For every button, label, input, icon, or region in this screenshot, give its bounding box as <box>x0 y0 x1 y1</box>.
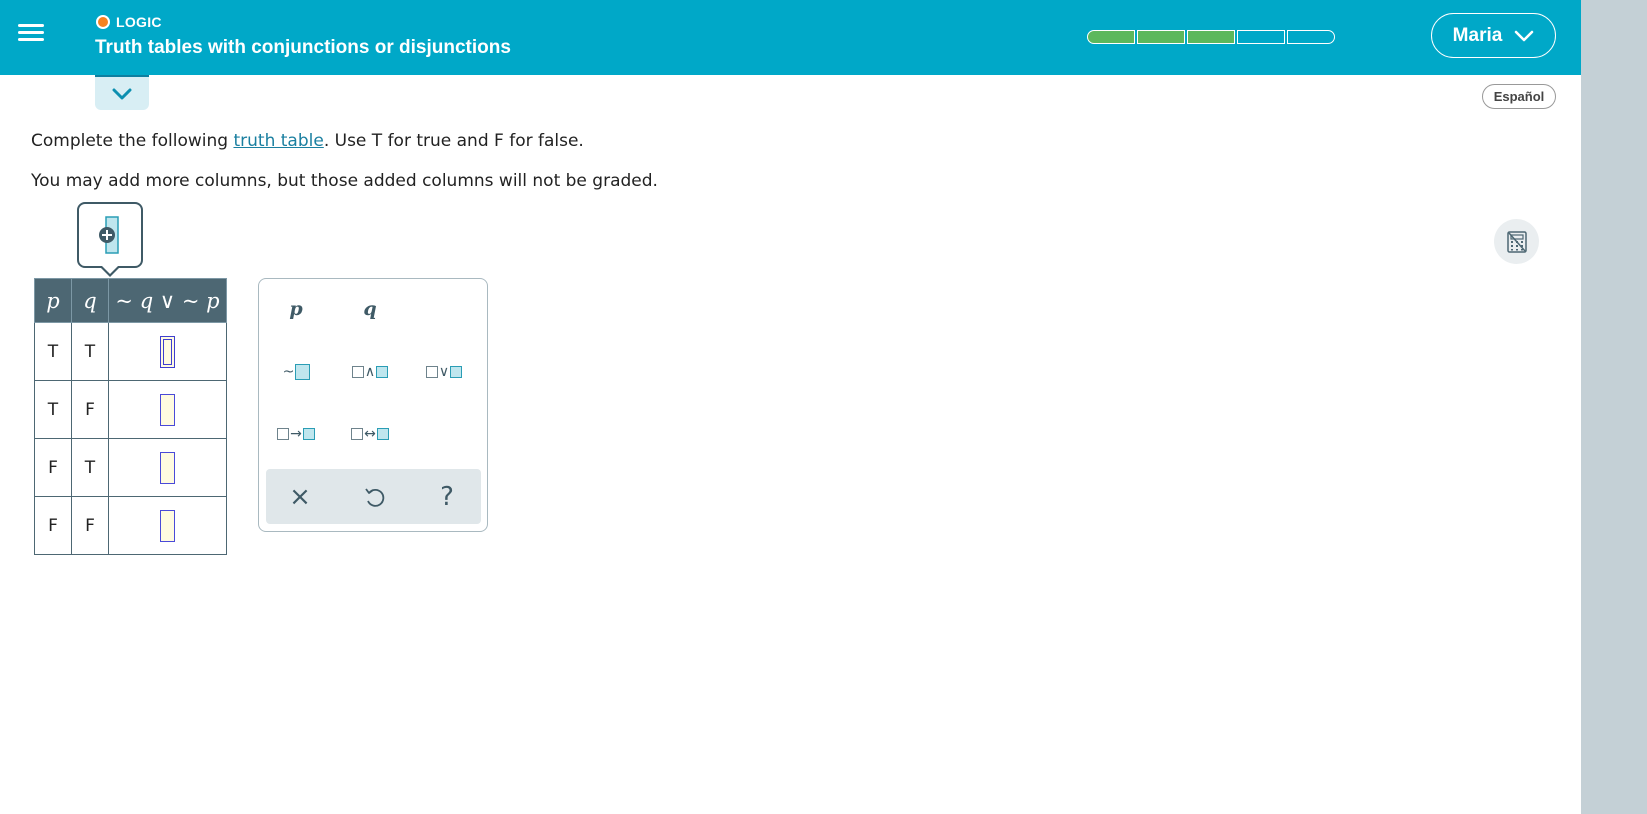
truth-table-link[interactable]: truth table <box>233 131 323 151</box>
right-scroll-rail <box>1581 0 1647 814</box>
palette-iff-button[interactable]: ↔ <box>345 416 395 452</box>
top-header: LOGIC Truth tables with conjunctions or … <box>0 0 1581 75</box>
topic-status-icon <box>96 15 110 29</box>
cell-p: T <box>34 380 72 439</box>
progress-segment <box>1137 30 1185 44</box>
instructions-text-end: . Use T for true and F for false. <box>323 131 584 151</box>
undo-icon <box>365 487 385 507</box>
table-row: F F <box>34 496 227 555</box>
question-note: You may add more columns, but those adde… <box>31 171 658 191</box>
palette-variable-p[interactable]: p <box>271 291 321 327</box>
palette-negation-button[interactable]: ~ <box>271 354 321 390</box>
answer-cell <box>108 496 227 555</box>
add-column-button[interactable] <box>77 202 143 268</box>
table-row: F T <box>34 438 227 497</box>
palette-footer: × ? <box>266 469 481 524</box>
cell-p: F <box>34 496 72 555</box>
cell-p: T <box>34 322 72 381</box>
cell-q: T <box>71 322 109 381</box>
chevron-down-icon <box>1515 30 1534 41</box>
progress-segment <box>1287 30 1335 44</box>
cell-p: F <box>34 438 72 497</box>
chevron-down-icon <box>112 88 132 99</box>
truth-table: p q ~ q ∨ ~ p T T T F F T F F <box>34 278 227 555</box>
menu-icon[interactable] <box>14 20 48 50</box>
language-toggle-button[interactable]: Español <box>1482 84 1556 109</box>
palette-implies-button[interactable]: → <box>271 416 321 452</box>
symbol-palette: p q ~ ∧ ∨ → ↔ × ? <box>258 278 488 532</box>
progress-segment <box>1087 30 1135 44</box>
answer-cell <box>108 380 227 439</box>
table-row: T T <box>34 322 227 381</box>
cell-q: F <box>71 496 109 555</box>
answer-input[interactable] <box>160 509 175 542</box>
table-header-row: p q ~ q ∨ ~ p <box>34 278 227 323</box>
progress-segment <box>1237 30 1285 44</box>
answer-input[interactable] <box>160 393 175 426</box>
column-header-q: q <box>71 278 109 323</box>
table-row: T F <box>34 380 227 439</box>
clear-button[interactable]: × <box>270 469 330 524</box>
answer-input[interactable] <box>160 451 175 484</box>
add-column-icon <box>99 216 119 254</box>
calculator-icon <box>1506 230 1527 253</box>
answer-cell <box>108 322 227 381</box>
main-content: LOGIC Truth tables with conjunctions or … <box>0 0 1581 814</box>
instructions-text: Complete the following <box>31 131 234 151</box>
progress-segment <box>1187 30 1235 44</box>
user-name: Maria <box>1452 24 1503 46</box>
column-header-p: p <box>34 278 72 323</box>
answer-cell <box>108 438 227 497</box>
calculator-button[interactable] <box>1494 219 1539 264</box>
topic-label-group: LOGIC <box>96 14 162 30</box>
answer-input[interactable] <box>160 335 175 368</box>
close-icon: × <box>289 481 311 512</box>
help-button[interactable]: ? <box>417 469 477 524</box>
user-menu-button[interactable]: Maria <box>1431 13 1556 58</box>
cell-q: T <box>71 438 109 497</box>
question-instructions: Complete the following truth table. Use … <box>31 131 584 151</box>
topic-label: LOGIC <box>116 14 162 30</box>
palette-and-button[interactable]: ∧ <box>345 354 395 390</box>
collapse-toggle-button[interactable] <box>95 75 149 110</box>
help-icon: ? <box>440 481 454 512</box>
column-header-expression: ~ q ∨ ~ p <box>108 278 227 323</box>
palette-or-button[interactable]: ∨ <box>419 354 469 390</box>
page-title: Truth tables with conjunctions or disjun… <box>95 37 511 58</box>
palette-variable-q[interactable]: q <box>345 291 395 327</box>
cell-q: F <box>71 380 109 439</box>
undo-button[interactable] <box>344 469 404 524</box>
progress-bar <box>1087 30 1337 44</box>
